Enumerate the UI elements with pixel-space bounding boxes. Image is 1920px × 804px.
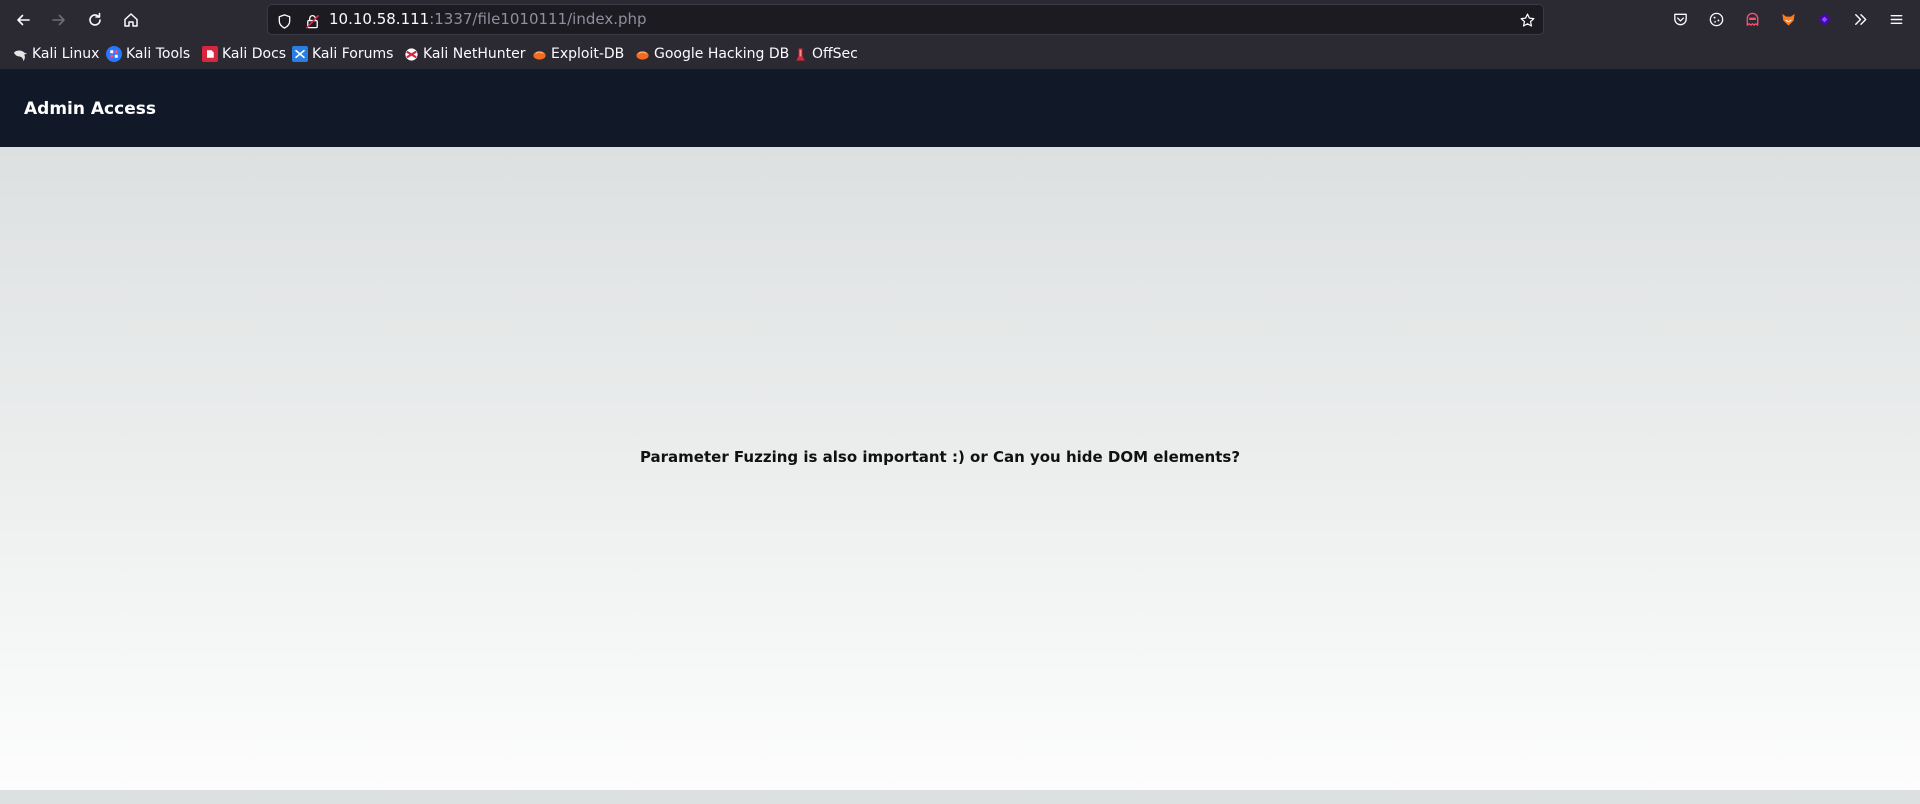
- hamburger-menu-icon[interactable]: [1885, 8, 1907, 30]
- home-icon: [124, 13, 138, 27]
- exploit-db-icon: [531, 46, 547, 62]
- forward-button[interactable]: [43, 4, 75, 36]
- bookmark-label: OffSec: [812, 46, 858, 62]
- bookmark-offsec[interactable]: OffSec: [792, 39, 858, 69]
- wappalyzer-icon[interactable]: [1813, 8, 1835, 30]
- bookmark-google-hacking-db[interactable]: Google Hacking DB: [634, 39, 789, 69]
- back-arrow-icon: [17, 14, 30, 26]
- hero-section: Parameter Fuzzing is also important :) o…: [0, 147, 1920, 790]
- url-text[interactable]: 10.10.58.111:1337/file1010111/index.php: [329, 5, 647, 34]
- kali-docs-icon: [202, 46, 218, 62]
- pocket-icon[interactable]: [1669, 8, 1691, 30]
- browser-toolbar: 10.10.58.111:1337/file1010111/index.php: [0, 0, 1920, 39]
- ghost-extension-icon[interactable]: [1741, 8, 1763, 30]
- bookmark-label: Google Hacking DB: [654, 46, 790, 62]
- kali-tools-icon: [106, 46, 122, 62]
- back-button[interactable]: [7, 4, 39, 36]
- reload-icon: [89, 12, 101, 26]
- bookmark-kali-linux[interactable]: Kali Linux: [12, 39, 99, 69]
- bookmark-label: Kali Forums: [312, 46, 394, 62]
- kali-forums-icon: [292, 46, 308, 62]
- bookmark-kali-docs[interactable]: Kali Docs: [202, 39, 286, 69]
- home-button[interactable]: [115, 4, 147, 36]
- bookmarks-bar: Kali Linux Kali Tools Kali Docs Kali For…: [0, 39, 1920, 70]
- web-page: Admin Access Parameter Fuzzing is also i…: [0, 70, 1920, 804]
- footer-strip: [0, 790, 1920, 804]
- bookmark-label: Kali NetHunter: [423, 46, 526, 62]
- bookmark-kali-forums[interactable]: Kali Forums: [292, 39, 393, 69]
- url-path: :1337/file1010111/index.php: [429, 10, 647, 28]
- overflow-chevrons-icon[interactable]: [1849, 8, 1871, 30]
- hint-message: Parameter Fuzzing is also important :) o…: [639, 448, 1241, 466]
- cookie-extension-icon[interactable]: [1705, 8, 1727, 30]
- bookmark-label: Kali Linux: [32, 46, 100, 62]
- bookmark-kali-tools[interactable]: Kali Tools: [106, 39, 190, 69]
- reload-button[interactable]: [79, 4, 111, 36]
- kali-dragon-icon: [12, 46, 28, 62]
- offsec-icon: [792, 46, 808, 62]
- bookmark-star-icon[interactable]: [1517, 10, 1537, 30]
- google-hacking-db-icon: [634, 46, 650, 62]
- site-navbar: Admin Access: [0, 70, 1920, 147]
- bookmark-label: Kali Docs: [222, 46, 287, 62]
- tracking-protection-shield-icon[interactable]: [274, 11, 294, 31]
- url-host: 10.10.58.111: [329, 10, 430, 28]
- bookmark-kali-nethunter[interactable]: Kali NetHunter: [403, 39, 525, 69]
- insecure-lock-icon[interactable]: [302, 11, 322, 31]
- site-brand[interactable]: Admin Access: [24, 70, 156, 147]
- bookmark-label: Kali Tools: [126, 46, 191, 62]
- forward-arrow-icon: [52, 14, 65, 26]
- bookmark-label: Exploit-DB: [551, 46, 625, 62]
- kali-nethunter-icon: [403, 46, 419, 62]
- bookmark-exploit-db[interactable]: Exploit-DB: [531, 39, 624, 69]
- url-bar[interactable]: 10.10.58.111:1337/file1010111/index.php: [267, 4, 1544, 35]
- foxyproxy-icon[interactable]: [1777, 8, 1799, 30]
